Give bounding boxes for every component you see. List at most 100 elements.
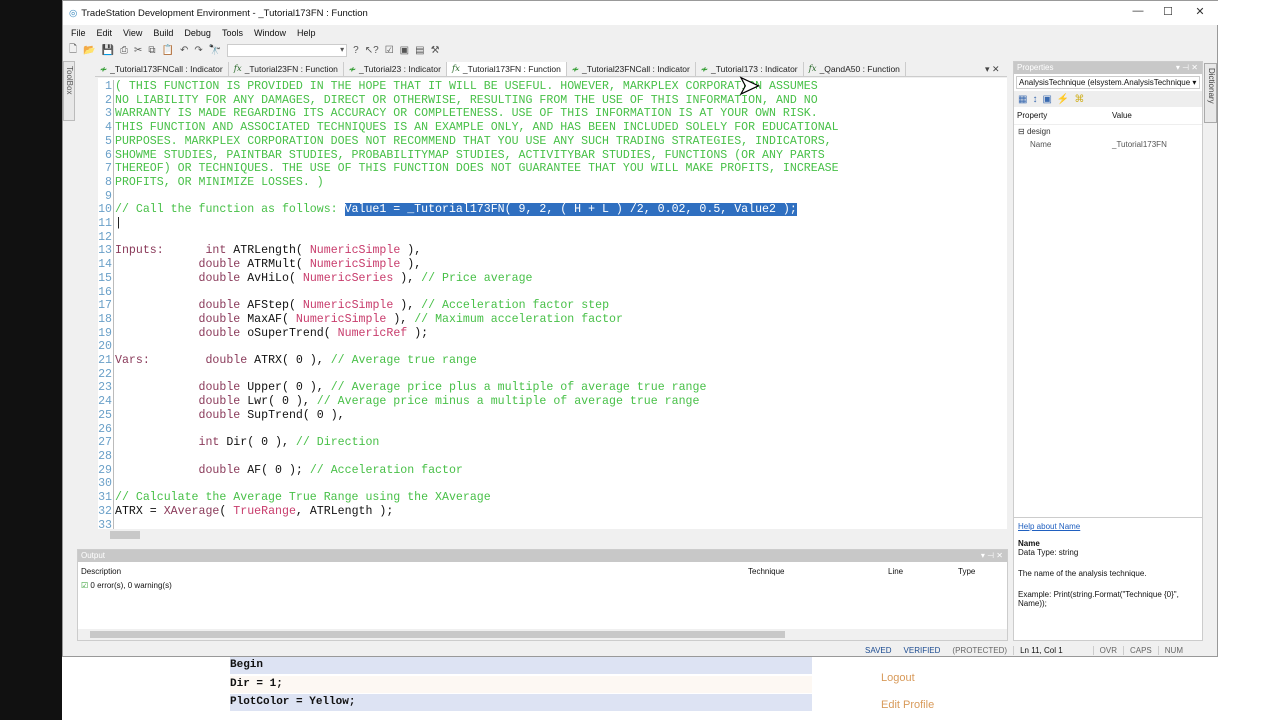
panel-controls-icon[interactable]: ▾ ⊣ ✕	[1176, 62, 1198, 74]
property-value[interactable]: _Tutorial173FN	[1112, 140, 1167, 149]
close-button[interactable]: ✕	[1185, 5, 1215, 18]
col-type[interactable]: Type	[958, 567, 975, 576]
code-line[interactable]: 3 WARRANTY IS MADE REGARDING ITS ACCURACY…	[98, 107, 839, 122]
code-line[interactable]: 10// Call the function as follows: Value…	[98, 203, 839, 218]
menu-view[interactable]: View	[123, 28, 142, 38]
code-line[interactable]: 31// Calculate the Average True Range us…	[98, 491, 839, 505]
code-line[interactable]: 16	[98, 285, 839, 300]
code-line[interactable]: 26	[98, 422, 839, 437]
paste-icon[interactable]: 📋	[161, 45, 173, 56]
output-hscrollbar[interactable]	[78, 629, 1007, 640]
save-icon[interactable]: 💾	[102, 45, 114, 56]
code-line[interactable]: 24 double Lwr( 0 ), // Average price min…	[98, 395, 839, 409]
code-line[interactable]: 21 Vars: double ATRX( 0 ), // Average tru…	[98, 354, 839, 368]
undo-icon[interactable]: ↶	[180, 45, 188, 56]
line-number: 28	[98, 449, 114, 464]
code-line[interactable]: 4 THIS FUNCTION AND ASSOCIATED TECHNIQUES…	[98, 121, 839, 135]
code-token: TrueRange	[233, 504, 296, 518]
code-line[interactable]: 5 PURPOSES. MARKPLEX CORPORATION DOES NOT…	[98, 134, 839, 149]
dictionary-tab[interactable]: Dictionary	[1204, 63, 1217, 123]
tab-6[interactable]: fx _QandA50 : Function	[804, 62, 906, 76]
code-token: ),	[400, 258, 422, 272]
code-line[interactable]: 32 ATRX = XAverage( TrueRange, ATRLength …	[98, 504, 839, 519]
categorized-icon[interactable]: ▦	[1018, 94, 1027, 105]
tab-3[interactable]: fx _Tutorial173FN : Function	[446, 62, 567, 76]
print-icon[interactable]: ⎙	[120, 45, 128, 56]
code-line[interactable]: 11 |	[98, 217, 839, 231]
copy-icon[interactable]: ⧉	[148, 45, 155, 56]
code-line[interactable]: 18 double MaxAF( NumericSimple ), // Max…	[98, 312, 839, 327]
minimize-button[interactable]: —	[1123, 5, 1153, 17]
tab-4[interactable]: ≁ _Tutorial23FNCall : Indicator	[567, 62, 696, 76]
code-line[interactable]: 2 NO LIABILITY FOR ANY DAMAGES, DIRECT OR…	[98, 93, 839, 108]
code-line[interactable]: 12	[98, 230, 839, 245]
code-token: // Acceleration factor step	[421, 299, 610, 313]
horizontal-scrollbar[interactable]	[98, 529, 1008, 541]
toolbox-tab[interactable]: ToolBox	[63, 61, 75, 121]
code-line[interactable]: 6 SHOWME STUDIES, PAINTBAR STUDIES, PROBA…	[98, 148, 839, 163]
hscroll-thumb[interactable]	[110, 531, 140, 539]
open-icon[interactable]: 📂	[83, 45, 95, 56]
status-verified: VERIFIED	[903, 645, 941, 655]
output-message-row[interactable]: ☑ 0 error(s), 0 warning(s)	[78, 578, 1007, 593]
methods-icon[interactable]: ⌘	[1074, 94, 1084, 105]
code-line[interactable]: 22	[98, 367, 839, 382]
group-design[interactable]: ⊟ design	[1014, 125, 1202, 138]
code-line[interactable]: 25 double SupTrend( 0 ),	[98, 408, 839, 423]
code-line[interactable]: 13 Inputs: int ATRLength( NumericSimple )…	[98, 244, 839, 259]
new-file-icon[interactable]: 🗋	[69, 42, 77, 59]
menu-build[interactable]: Build	[153, 28, 173, 38]
cut-icon[interactable]: ✂	[134, 45, 142, 56]
object-selector[interactable]: AnalysisTechnique (elsystem.AnalysisTech…	[1016, 76, 1200, 89]
code-line[interactable]: 8 PROFITS, OR MINIMIZE LOSSES. )	[98, 175, 839, 190]
code-line[interactable]: 14 double ATRMult( NumericSimple ),	[98, 258, 839, 272]
help-icon[interactable]: ?	[353, 45, 359, 56]
property-row[interactable]: Name _Tutorial173FN	[1014, 138, 1202, 151]
col-line[interactable]: Line	[888, 567, 903, 576]
menu-file[interactable]: File	[71, 28, 86, 38]
edit-profile-link[interactable]: Edit Profile	[881, 699, 934, 711]
redo-icon[interactable]: ↷	[194, 45, 202, 56]
help-link[interactable]: Help about Name	[1018, 522, 1198, 531]
tab-1[interactable]: fx _Tutorial23FN : Function	[229, 62, 344, 76]
panel-controls-icon[interactable]: ▾ ⊣ ✕	[981, 550, 1003, 562]
status-bar: SAVED VERIFIED (PROTECTED) Ln 11, Col 1 …	[63, 643, 1219, 657]
code-line[interactable]: 28	[98, 449, 839, 464]
code-line[interactable]: 7 THEREOF) OR TECHNIQUES. THE USE OF THIS…	[98, 162, 839, 176]
tab-0[interactable]: ≁ _Tutorial173FNCall : Indicator	[95, 62, 229, 76]
code-line[interactable]: 15 double AvHiLo( NumericSeries ), // Pr…	[98, 271, 839, 286]
properties-view-icon[interactable]: ▣	[1042, 94, 1051, 105]
code-line[interactable]: 19 double oSuperTrend( NumericRef );	[98, 326, 839, 341]
code-line[interactable]: 27 int Dir( 0 ), // Direction	[98, 436, 839, 450]
sort-alpha-icon[interactable]: ↕	[1032, 94, 1037, 105]
code-line[interactable]: 17 double AFStep( NumericSimple ), // Ac…	[98, 299, 839, 313]
find-icon[interactable]: 🔭	[209, 45, 221, 56]
context-help-icon[interactable]: ↖?	[365, 45, 379, 56]
code-line[interactable]: 9	[98, 189, 839, 204]
code-line[interactable]: 23 double Upper( 0 ), // Average price p…	[98, 381, 839, 396]
menu-help[interactable]: Help	[297, 28, 316, 38]
events-icon[interactable]: ⚡	[1057, 94, 1069, 105]
col-description[interactable]: Description	[81, 567, 121, 576]
menu-edit[interactable]: Edit	[97, 28, 113, 38]
col-technique[interactable]: Technique	[748, 567, 784, 576]
maximize-button[interactable]: ☐	[1153, 5, 1183, 18]
code-editor[interactable]: 1( THIS FUNCTION IS PROVIDED IN THE HOPE…	[98, 78, 1007, 529]
code-line[interactable]: 33	[98, 518, 839, 529]
code-line[interactable]: 1( THIS FUNCTION IS PROVIDED IN THE HOPE…	[98, 80, 839, 94]
line-number: 25	[98, 408, 114, 423]
properties-icon[interactable]: ▣	[400, 45, 409, 56]
verify-icon[interactable]: ☑	[385, 45, 394, 56]
logout-link[interactable]: Logout	[881, 672, 915, 684]
tab-list-icon[interactable]: ▾ ✕	[985, 64, 1000, 75]
tools-icon[interactable]: ⚒	[431, 45, 440, 56]
find-combo[interactable]: ▾	[227, 43, 348, 57]
dictionary-icon[interactable]: ▤	[415, 45, 424, 56]
menu-window[interactable]: Window	[254, 28, 286, 38]
menu-tools[interactable]: Tools	[222, 28, 243, 38]
code-line[interactable]: 29 double AF( 0 ); // Acceleration facto…	[98, 463, 839, 478]
code-line[interactable]: 20	[98, 340, 839, 355]
menu-debug[interactable]: Debug	[184, 28, 211, 38]
code-line[interactable]: 30	[98, 477, 839, 492]
tab-2[interactable]: ≁ _Tutorial23 : Indicator	[344, 62, 447, 76]
